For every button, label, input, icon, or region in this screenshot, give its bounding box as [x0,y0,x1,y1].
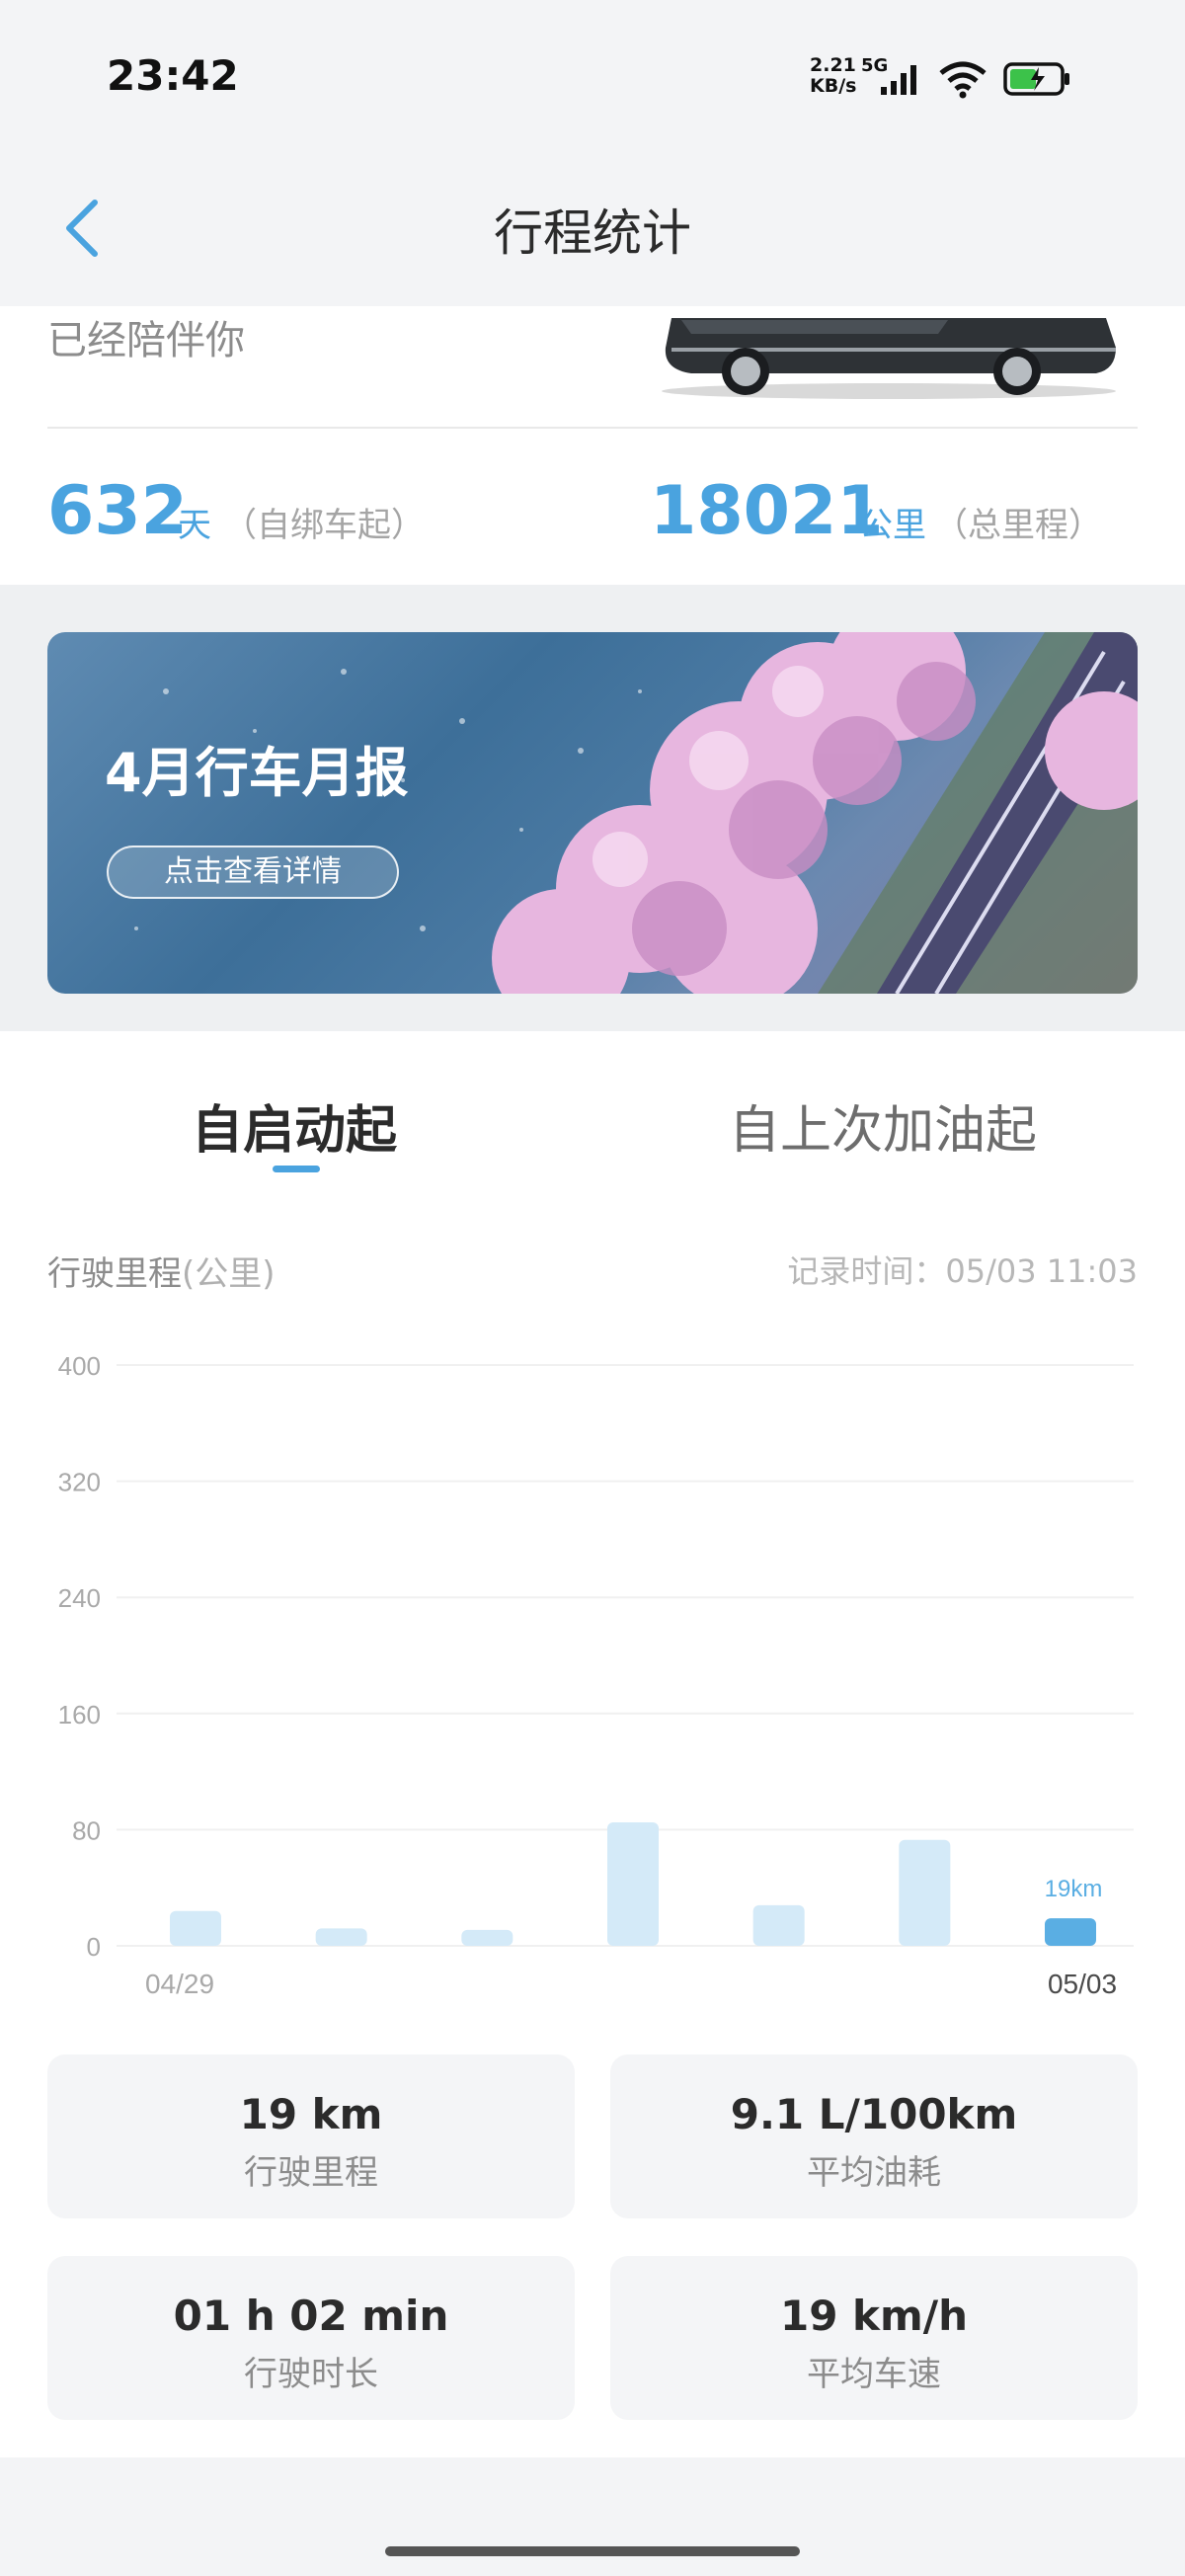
total-mileage-note: （总里程） [934,506,1102,545]
chart-label-unit: (公里) [182,1254,276,1294]
network-speed-unit: KB/s [810,75,857,97]
bar [461,1929,514,1946]
y-tick-label: 400 [58,1351,101,1381]
days-note: （自绑车起） [223,506,425,545]
bar [607,1822,659,1946]
banner-title: 4月行车月报 [105,742,409,804]
chart-label: 行驶里程(公里) [47,1247,276,1295]
y-tick-label: 0 [87,1932,101,1962]
stat-fuel: 9.1 L/100km 平均油耗 [610,2054,1138,2218]
stat-fuel-value: 9.1 L/100km [730,2090,1018,2138]
companion-label: 已经陪伴你 [47,318,245,363]
days-unit: 天 [178,506,211,545]
bar [752,1904,805,1946]
bar [170,1910,221,1946]
bar [899,1839,951,1946]
y-tick-label: 160 [58,1700,101,1730]
view-details-button[interactable]: 点击查看详情 [107,845,399,899]
total-mileage-unit: 公里 [859,506,926,545]
tab-since-refuel[interactable]: 自上次加油起 [729,1088,1037,1163]
mileage-bar-chart: 0 80 160 240 320 400 19km 04/29 05/03 [58,1351,1134,1999]
tab-since-start[interactable]: 自启动起 [192,1088,397,1163]
stat-speed-label: 平均车速 [807,2355,941,2394]
stat-distance: 19 km 行驶里程 [47,2054,575,2218]
y-tick-label: 320 [58,1468,101,1497]
x-tick-label: 04/29 [145,1969,214,1999]
battery-icon [1003,62,1069,96]
stat-speed: 19 km/h 平均车速 [610,2256,1138,2420]
y-tick-label: 240 [58,1583,101,1613]
divider [47,427,1138,429]
days-value: 632 [47,472,188,550]
stat-distance-value: 19 km [239,2090,383,2138]
stat-duration-label: 行驶时长 [244,2355,378,2394]
total-mileage-value: 18021 [650,472,884,550]
active-tab-indicator [273,1166,320,1172]
page-title: 行程统计 [494,204,691,262]
status-time: 23:42 [107,51,239,100]
x-tick-label: 05/03 [1048,1969,1117,1999]
bar [1045,1918,1096,1946]
record-time: 记录时间：05/03 11:03 [787,1252,1138,1290]
stat-duration: 01 h 02 min 行驶时长 [47,2256,575,2420]
stat-duration-value: 01 h 02 min [173,2292,449,2340]
bar [315,1928,367,1946]
home-indicator[interactable] [385,2546,800,2556]
chart-label-text: 行驶里程 [47,1254,182,1294]
car-image [662,318,1116,399]
wifi-icon [939,61,987,99]
y-tick-label: 80 [72,1815,101,1845]
stat-fuel-label: 平均油耗 [807,2153,941,2193]
stat-distance-label: 行驶里程 [244,2153,378,2193]
monthly-report-banner[interactable] [47,632,1138,994]
banner-artwork [134,632,1138,994]
bar-data-label: 19km [1045,1876,1103,1902]
signal-icon [881,65,916,95]
stat-speed-value: 19 km/h [779,2292,968,2340]
